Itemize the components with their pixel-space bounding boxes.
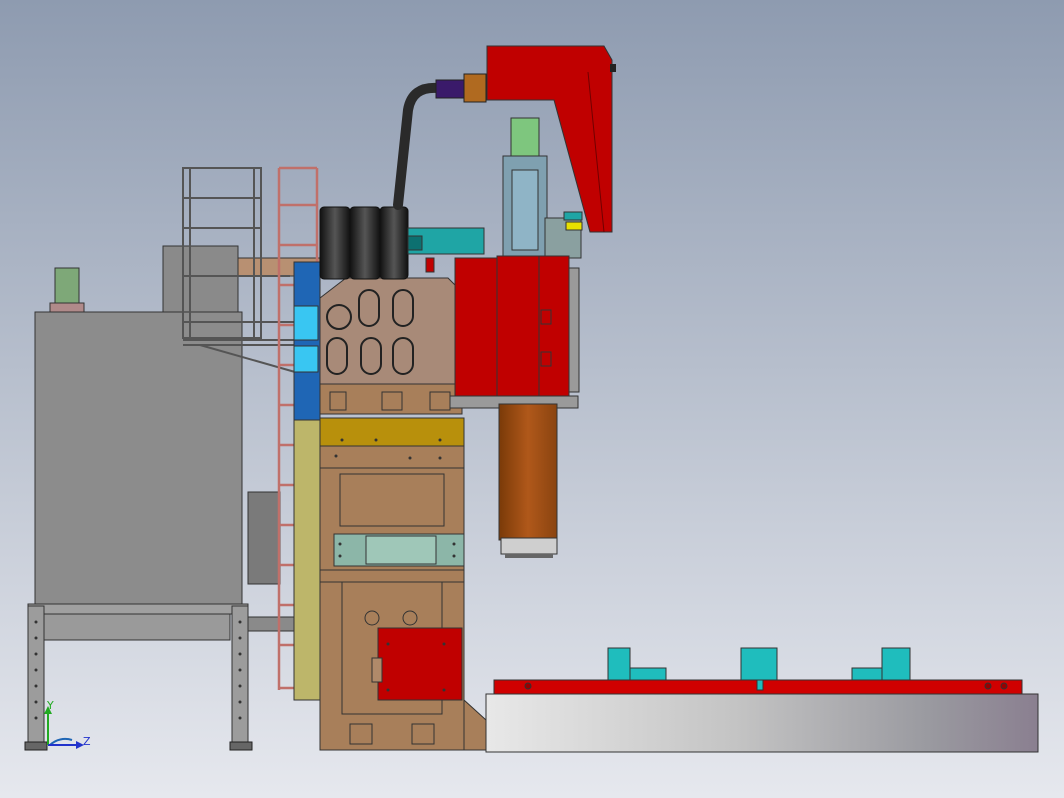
teal-bracket-tab <box>407 235 423 251</box>
cabinet-stand-frame <box>39 613 231 641</box>
cabinet-top-mount <box>49 302 85 313</box>
cabinet-link-bar <box>247 616 295 632</box>
arm-bolt <box>610 64 616 72</box>
gearbox-end-plate <box>568 267 580 393</box>
motor-teal-tab <box>563 211 583 221</box>
small-red-valve <box>425 257 435 273</box>
cabinet-foot-right <box>229 741 253 751</box>
cabinet-body <box>34 311 243 608</box>
column-foot-left <box>349 723 373 745</box>
column-cyan-panel-2 <box>293 345 319 373</box>
column-door-handle <box>371 657 383 683</box>
column-mustard-band <box>319 417 465 447</box>
triad-z-label: Z <box>83 735 91 748</box>
triad-y-label: Y <box>46 699 54 712</box>
column-cyan-panel <box>293 305 319 341</box>
column-inset-panel <box>339 473 445 527</box>
column-red-door <box>377 627 463 701</box>
table-bolt-left <box>524 682 532 690</box>
hose-fitting <box>463 73 487 103</box>
column-slide-plate-inner <box>365 535 437 565</box>
hose-reel-3 <box>379 206 409 280</box>
column-lower-frame <box>319 569 465 583</box>
cabinet-leg-left <box>27 605 45 747</box>
table-base <box>485 693 1039 753</box>
cad-viewport[interactable]: Y Z <box>0 0 1064 798</box>
cabinet-side-box <box>247 491 281 585</box>
platform-gray-block <box>162 245 239 313</box>
table-bolt-right <box>984 682 992 690</box>
column-upper-frame <box>319 445 465 469</box>
hose-reel-1 <box>319 206 351 280</box>
gearbox-right <box>538 255 570 401</box>
cabinet-leg-right <box>231 605 249 747</box>
cabinet-stand-top <box>27 603 249 615</box>
cabinet-foot-left <box>24 741 48 751</box>
green-motor-cap <box>510 117 540 157</box>
motor-yellow-tab <box>565 221 583 231</box>
motor-housing-band <box>511 169 539 251</box>
table-bolt-right-2 <box>1000 682 1008 690</box>
hose-reel-2 <box>349 206 381 280</box>
cabinet-top-motor <box>54 267 80 305</box>
hose-coupling <box>435 79 465 99</box>
column-foot-right <box>411 723 435 745</box>
spindle-nose <box>500 537 558 555</box>
spindle-body <box>498 403 558 541</box>
column-olive-panel <box>293 419 321 701</box>
gearbox-main <box>496 255 540 401</box>
spindle-tip <box>505 554 553 558</box>
gearbox-left <box>454 257 498 399</box>
column-blue-panel <box>293 261 321 421</box>
